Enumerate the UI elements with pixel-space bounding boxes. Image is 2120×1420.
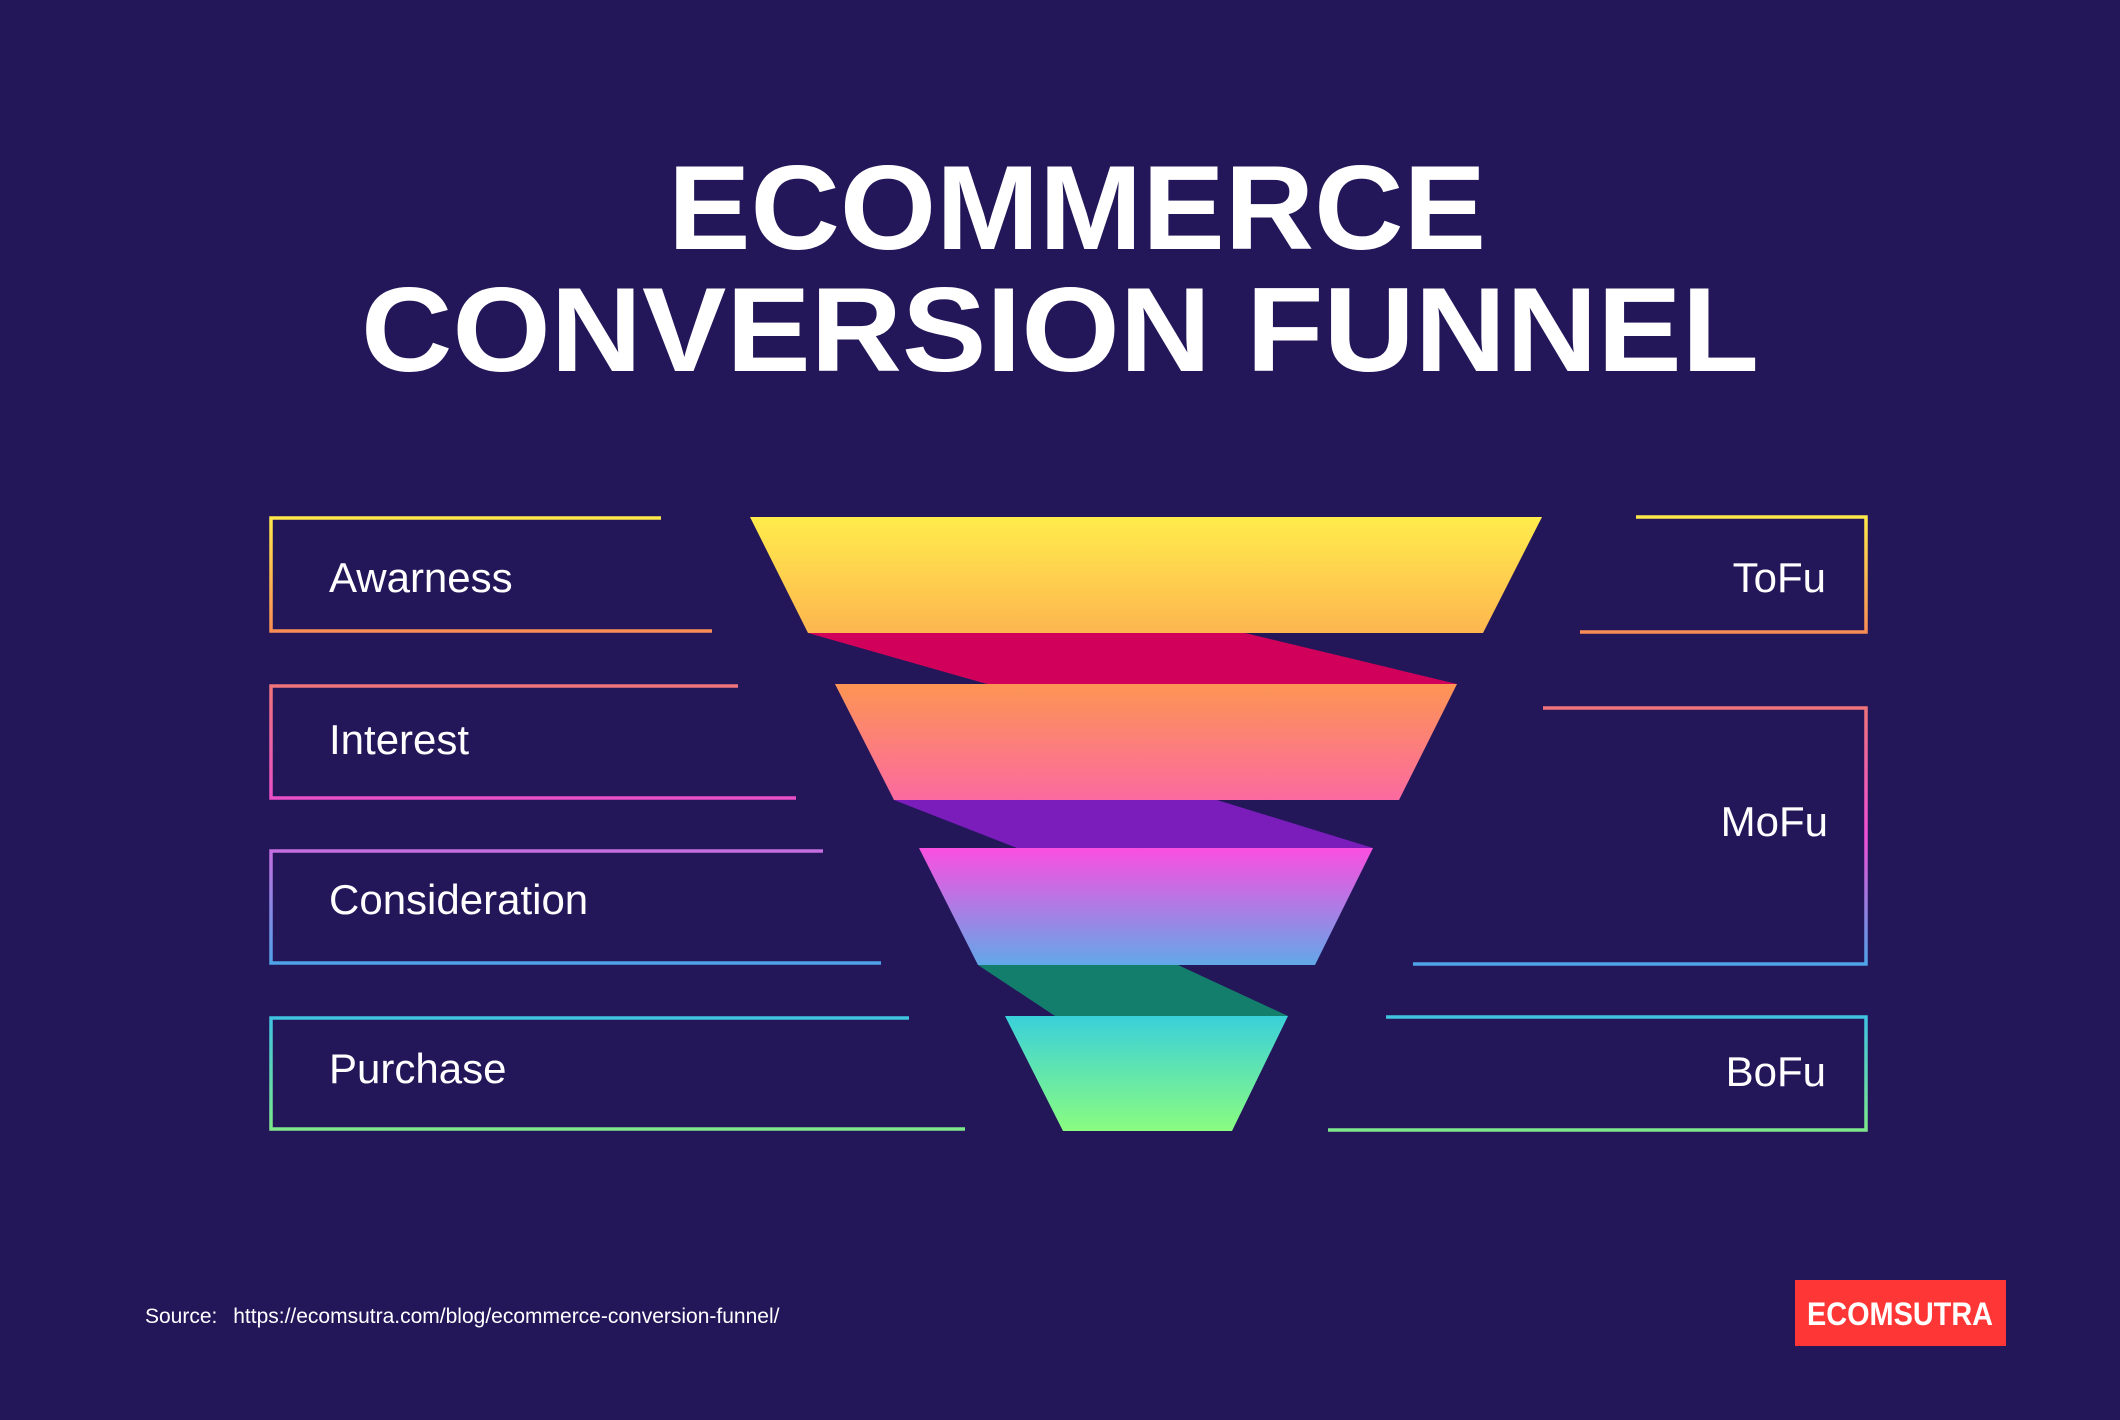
source-url[interactable]: https://ecomsutra.com/blog/ecommerce-con… — [233, 1305, 779, 1328]
left-box-purchase-label: Purchase — [329, 1045, 506, 1092]
right-box-tofu-label: ToFu — [1733, 554, 1826, 601]
infographic-canvas: ECOMMERCE CONVERSION FUNNEL Awarness Int… — [0, 0, 2120, 1420]
ecomsutra-logo: ECOMSUTRA — [1795, 1280, 2006, 1346]
funnel-segment-consideration — [919, 848, 1373, 965]
right-box-bofu-label: BoFu — [1726, 1048, 1826, 1095]
logo-text: ECOMSUTRA — [1807, 1296, 1993, 1332]
left-box-awareness-label: Awarness — [329, 554, 513, 601]
title-line-1: ECOMMERCE — [668, 141, 1486, 275]
right-box-mofu-label: MoFu — [1721, 798, 1828, 845]
title-line-2: CONVERSION FUNNEL — [361, 263, 1759, 397]
funnel-segment-interest — [835, 684, 1457, 800]
left-box-consideration-label: Consideration — [329, 876, 588, 923]
funnel-segment-awareness — [750, 517, 1542, 633]
source-caption: Source: https://ecomsutra.com/blog/ecomm… — [145, 1305, 780, 1328]
source-label: Source: — [145, 1305, 217, 1328]
left-box-interest-label: Interest — [329, 716, 469, 763]
